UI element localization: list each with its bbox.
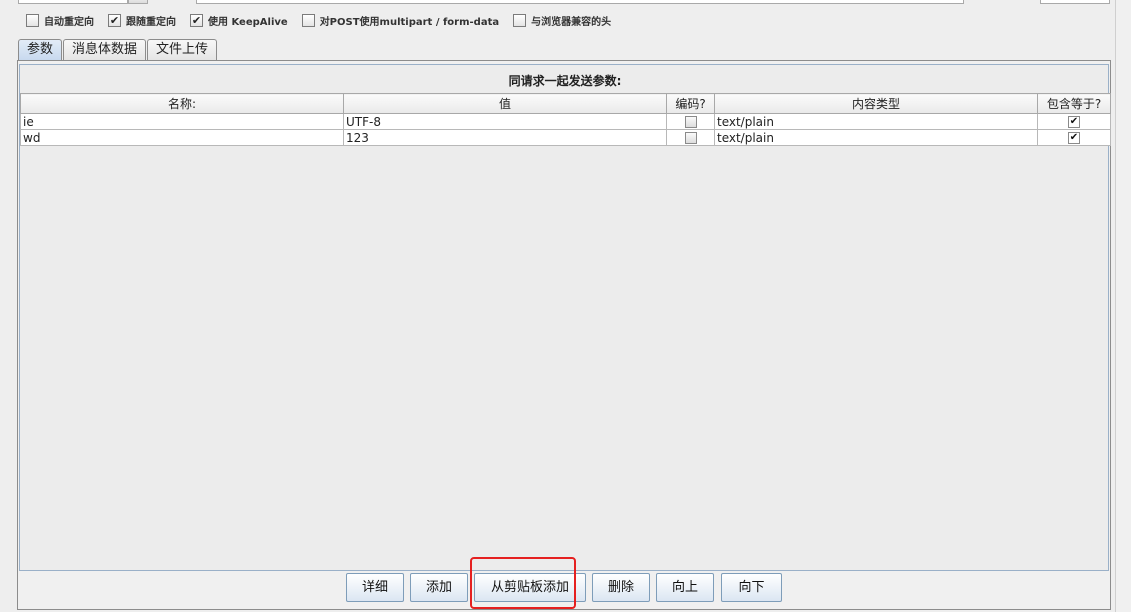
param-value-cell[interactable]: UTF-8	[343, 113, 667, 130]
option-multipart[interactable]: 对POST使用multipart / form-data	[301, 13, 500, 28]
parameters-inner-panel: 同请求一起发送参数: 名称: 值 编码? 内容类型 包含等于? ie UTF-8	[19, 64, 1111, 571]
content-type-cell[interactable]: text/plain	[714, 113, 1038, 130]
tab-parameters[interactable]: 参数	[18, 39, 63, 61]
include-equals-cell[interactable]: ✔	[1037, 113, 1111, 130]
column-header-encode[interactable]: 编码?	[666, 93, 715, 114]
keepalive-label: 使用 KeepAlive	[208, 16, 288, 28]
right-scrollbar[interactable]	[1115, 0, 1131, 612]
column-header-value[interactable]: 值	[343, 93, 667, 114]
column-header-name[interactable]: 名称:	[20, 93, 344, 114]
option-follow-redirect[interactable]: ✔ 跟随重定向	[108, 13, 176, 28]
browser-headers-checkbox[interactable]	[513, 13, 527, 27]
table-header-row: 名称: 值 编码? 内容类型 包含等于?	[20, 93, 1111, 114]
param-value-cell[interactable]: 123	[343, 129, 667, 146]
option-auto-redirect[interactable]: 自动重定向	[26, 13, 94, 28]
keepalive-checkbox[interactable]: ✔	[190, 13, 203, 27]
tab-bar: 参数 消息体数据 文件上传	[18, 39, 218, 61]
auto-redirect-checkbox[interactable]	[26, 13, 39, 27]
table-row[interactable]: wd 123 text/plain ✔	[20, 129, 1111, 146]
multipart-checkbox[interactable]	[301, 13, 315, 27]
multipart-label: 对POST使用multipart / form-data	[319, 16, 500, 28]
detail-button[interactable]: 详细	[346, 573, 404, 602]
encode-checkbox[interactable]	[684, 132, 697, 144]
add-button[interactable]: 添加	[410, 573, 468, 602]
auto-redirect-label: 自动重定向	[44, 16, 94, 28]
add-from-clipboard-button[interactable]: 从剪贴板添加	[474, 573, 586, 602]
parameters-table: 名称: 值 编码? 内容类型 包含等于? ie UTF-8 text/plain…	[20, 93, 1111, 146]
browser-headers-label: 与浏览器兼容的头	[531, 16, 612, 28]
top-path-field[interactable]	[196, 0, 964, 4]
table-row[interactable]: ie UTF-8 text/plain ✔	[20, 113, 1111, 130]
panel-title: 同请求一起发送参数:	[508, 74, 622, 88]
include-equals-checkbox[interactable]: ✔	[1068, 116, 1080, 128]
encode-cell[interactable]	[666, 129, 715, 146]
parameters-panel: 同请求一起发送参数: 名称: 值 编码? 内容类型 包含等于? ie UTF-8	[17, 60, 1111, 610]
follow-redirect-checkbox[interactable]: ✔	[108, 13, 121, 27]
content-type-cell[interactable]: text/plain	[714, 129, 1038, 146]
move-down-button[interactable]: 向下	[721, 573, 782, 602]
tab-body-data[interactable]: 消息体数据	[63, 39, 147, 60]
move-up-button[interactable]: 向上	[656, 573, 714, 602]
include-equals-checkbox[interactable]: ✔	[1068, 132, 1080, 144]
param-name-cell[interactable]: wd	[20, 129, 344, 146]
top-combo-box[interactable]	[18, 0, 128, 4]
tab-file-upload[interactable]: 文件上传	[147, 39, 218, 60]
param-name-cell[interactable]: ie	[20, 113, 344, 130]
column-header-content-type[interactable]: 内容类型	[714, 93, 1038, 114]
option-keepalive[interactable]: ✔ 使用 KeepAlive	[190, 13, 288, 28]
delete-button[interactable]: 删除	[592, 573, 650, 602]
encode-checkbox[interactable]	[684, 116, 697, 128]
encode-cell[interactable]	[666, 113, 715, 130]
top-combo-dropdown-button[interactable]	[128, 0, 148, 4]
options-row: 自动重定向 ✔ 跟随重定向 ✔ 使用 KeepAlive 对POST使用mult…	[26, 12, 625, 28]
follow-redirect-label: 跟随重定向	[126, 16, 176, 28]
option-browser-headers[interactable]: 与浏览器兼容的头	[513, 13, 611, 28]
include-equals-cell[interactable]: ✔	[1037, 129, 1111, 146]
top-encoding-field[interactable]	[1040, 0, 1110, 4]
column-header-include-equals[interactable]: 包含等于?	[1037, 93, 1111, 114]
